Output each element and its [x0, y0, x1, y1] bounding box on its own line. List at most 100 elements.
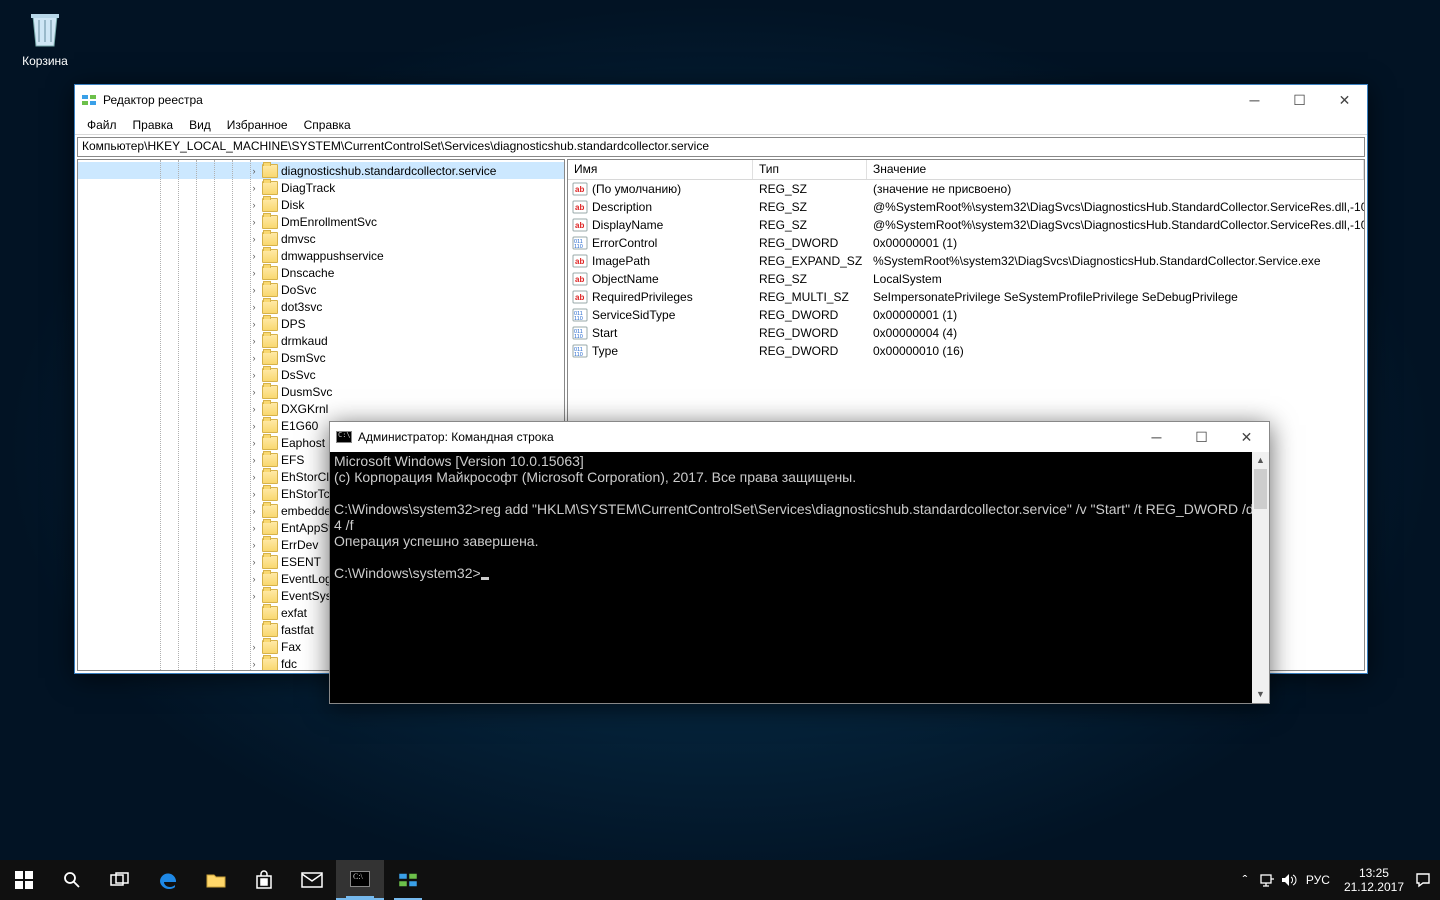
tree-label: Disk: [281, 198, 304, 212]
values-header[interactable]: Имя Тип Значение: [568, 160, 1364, 180]
cmd-titlebar[interactable]: Администратор: Командная строка ─ ☐ ✕: [330, 422, 1269, 452]
value-name: ServiceSidType: [592, 308, 675, 322]
expand-icon[interactable]: ›: [248, 523, 260, 533]
menu-favorites[interactable]: Избранное: [219, 116, 296, 134]
column-name[interactable]: Имя: [568, 160, 753, 179]
tree-item[interactable]: ›DoSvc: [78, 281, 564, 298]
tray-notifications-icon[interactable]: [1412, 872, 1434, 888]
task-view-button[interactable]: [96, 860, 144, 900]
start-button[interactable]: [0, 860, 48, 900]
expand-icon[interactable]: ›: [248, 455, 260, 465]
tree-item[interactable]: › Disk: [78, 196, 564, 213]
menu-help[interactable]: Справка: [296, 116, 359, 134]
maximize-button[interactable]: ☐: [1277, 85, 1322, 115]
expand-icon[interactable]: ›: [248, 217, 260, 227]
scroll-thumb[interactable]: [1254, 469, 1267, 509]
tree-item[interactable]: ›dot3svc: [78, 298, 564, 315]
tree-item[interactable]: ›dmvsc: [78, 230, 564, 247]
cmd-scrollbar[interactable]: ▲ ▼: [1252, 452, 1269, 703]
menu-edit[interactable]: Правка: [125, 116, 182, 134]
taskbar-edge[interactable]: [144, 860, 192, 900]
tree-item[interactable]: ›DsmSvc: [78, 349, 564, 366]
expand-icon[interactable]: ›: [248, 166, 260, 176]
tray-language[interactable]: РУС: [1300, 873, 1336, 887]
taskbar-regedit[interactable]: [384, 860, 432, 900]
menu-view[interactable]: Вид: [181, 116, 219, 134]
expand-icon[interactable]: ›: [248, 183, 260, 193]
expand-icon[interactable]: ›: [248, 557, 260, 567]
value-row[interactable]: 011110ServiceSidTypeREG_DWORD0x00000001 …: [568, 306, 1364, 324]
tree-item[interactable]: ›DsSvc: [78, 366, 564, 383]
minimize-button[interactable]: ─: [1232, 85, 1277, 115]
expand-icon[interactable]: ›: [248, 506, 260, 516]
value-row[interactable]: abDisplayNameREG_SZ@%SystemRoot%\system3…: [568, 216, 1364, 234]
tree-item[interactable]: ›dmwappushservice: [78, 247, 564, 264]
tray-chevron-icon[interactable]: ˆ: [1234, 872, 1256, 888]
taskbar-explorer[interactable]: [192, 860, 240, 900]
expand-icon[interactable]: ›: [248, 200, 260, 210]
value-row[interactable]: abObjectNameREG_SZLocalSystem: [568, 270, 1364, 288]
expand-icon[interactable]: ›: [248, 302, 260, 312]
expand-icon[interactable]: ›: [248, 438, 260, 448]
value-row[interactable]: 011110ErrorControlREG_DWORD0x00000001 (1…: [568, 234, 1364, 252]
expand-icon[interactable]: ›: [248, 574, 260, 584]
cmd-minimize-button[interactable]: ─: [1134, 422, 1179, 452]
expand-icon[interactable]: ›: [248, 285, 260, 295]
expand-icon[interactable]: ›: [248, 472, 260, 482]
tree-item[interactable]: ›DiagTrack: [78, 179, 564, 196]
value-type: REG_MULTI_SZ: [753, 290, 867, 304]
string-value-icon: ab: [572, 253, 588, 269]
expand-icon[interactable]: ›: [248, 234, 260, 244]
close-button[interactable]: ✕: [1322, 85, 1367, 115]
scroll-down-icon[interactable]: ▼: [1252, 686, 1269, 703]
value-row[interactable]: 011110TypeREG_DWORD0x00000010 (16): [568, 342, 1364, 360]
tree-item[interactable]: ›Dnscache: [78, 264, 564, 281]
value-row[interactable]: ab(По умолчанию)REG_SZ(значение не присв…: [568, 180, 1364, 198]
value-row[interactable]: abDescriptionREG_SZ@%SystemRoot%\system3…: [568, 198, 1364, 216]
regedit-titlebar[interactable]: Редактор реестра ─ ☐ ✕: [75, 85, 1367, 115]
expand-icon[interactable]: ›: [248, 421, 260, 431]
expand-icon[interactable]: ›: [248, 336, 260, 346]
expand-icon[interactable]: ›: [248, 251, 260, 261]
expand-icon[interactable]: ›: [248, 642, 260, 652]
expand-icon[interactable]: ›: [248, 268, 260, 278]
folder-icon: [262, 419, 278, 433]
cmd-close-button[interactable]: ✕: [1224, 422, 1269, 452]
tree-item[interactable]: ›DPS: [78, 315, 564, 332]
column-value[interactable]: Значение: [867, 160, 1364, 179]
tree-item[interactable]: ›DusmSvc: [78, 383, 564, 400]
taskbar-store[interactable]: [240, 860, 288, 900]
search-button[interactable]: [48, 860, 96, 900]
value-data: 0x00000001 (1): [867, 308, 1364, 322]
menu-file[interactable]: Файл: [79, 116, 125, 134]
expand-icon[interactable]: ›: [248, 591, 260, 601]
cmd-body[interactable]: Microsoft Windows [Version 10.0.15063] (…: [330, 452, 1269, 703]
expand-icon[interactable]: ›: [248, 387, 260, 397]
cmd-maximize-button[interactable]: ☐: [1179, 422, 1224, 452]
expand-icon[interactable]: ›: [248, 659, 260, 669]
tree-label: Fax: [281, 640, 301, 654]
tray-network-icon[interactable]: [1256, 873, 1278, 887]
tree-item[interactable]: ›drmkaud: [78, 332, 564, 349]
regedit-address[interactable]: Компьютер\HKEY_LOCAL_MACHINE\SYSTEM\Curr…: [77, 137, 1365, 157]
expand-icon[interactable]: ›: [248, 404, 260, 414]
tree-item[interactable]: ›diagnosticshub.standardcollector.servic…: [78, 162, 564, 179]
svg-text:110: 110: [574, 334, 583, 340]
value-row[interactable]: abImagePathREG_EXPAND_SZ%SystemRoot%\sys…: [568, 252, 1364, 270]
expand-icon[interactable]: ›: [248, 370, 260, 380]
taskbar-cmd[interactable]: C:\: [336, 860, 384, 900]
value-row[interactable]: 011110StartREG_DWORD0x00000004 (4): [568, 324, 1364, 342]
expand-icon[interactable]: ›: [248, 489, 260, 499]
tree-item[interactable]: ›DXGKrnl: [78, 400, 564, 417]
expand-icon[interactable]: ›: [248, 353, 260, 363]
recycle-bin[interactable]: Корзина: [10, 4, 80, 68]
tree-item[interactable]: ›DmEnrollmentSvc: [78, 213, 564, 230]
taskbar-mail[interactable]: [288, 860, 336, 900]
column-type[interactable]: Тип: [753, 160, 867, 179]
value-row[interactable]: abRequiredPrivilegesREG_MULTI_SZSeImpers…: [568, 288, 1364, 306]
tray-clock[interactable]: 13:25 21.12.2017: [1336, 866, 1412, 894]
tray-volume-icon[interactable]: [1278, 873, 1300, 887]
expand-icon[interactable]: ›: [248, 540, 260, 550]
scroll-up-icon[interactable]: ▲: [1252, 452, 1269, 469]
expand-icon[interactable]: ›: [248, 319, 260, 329]
